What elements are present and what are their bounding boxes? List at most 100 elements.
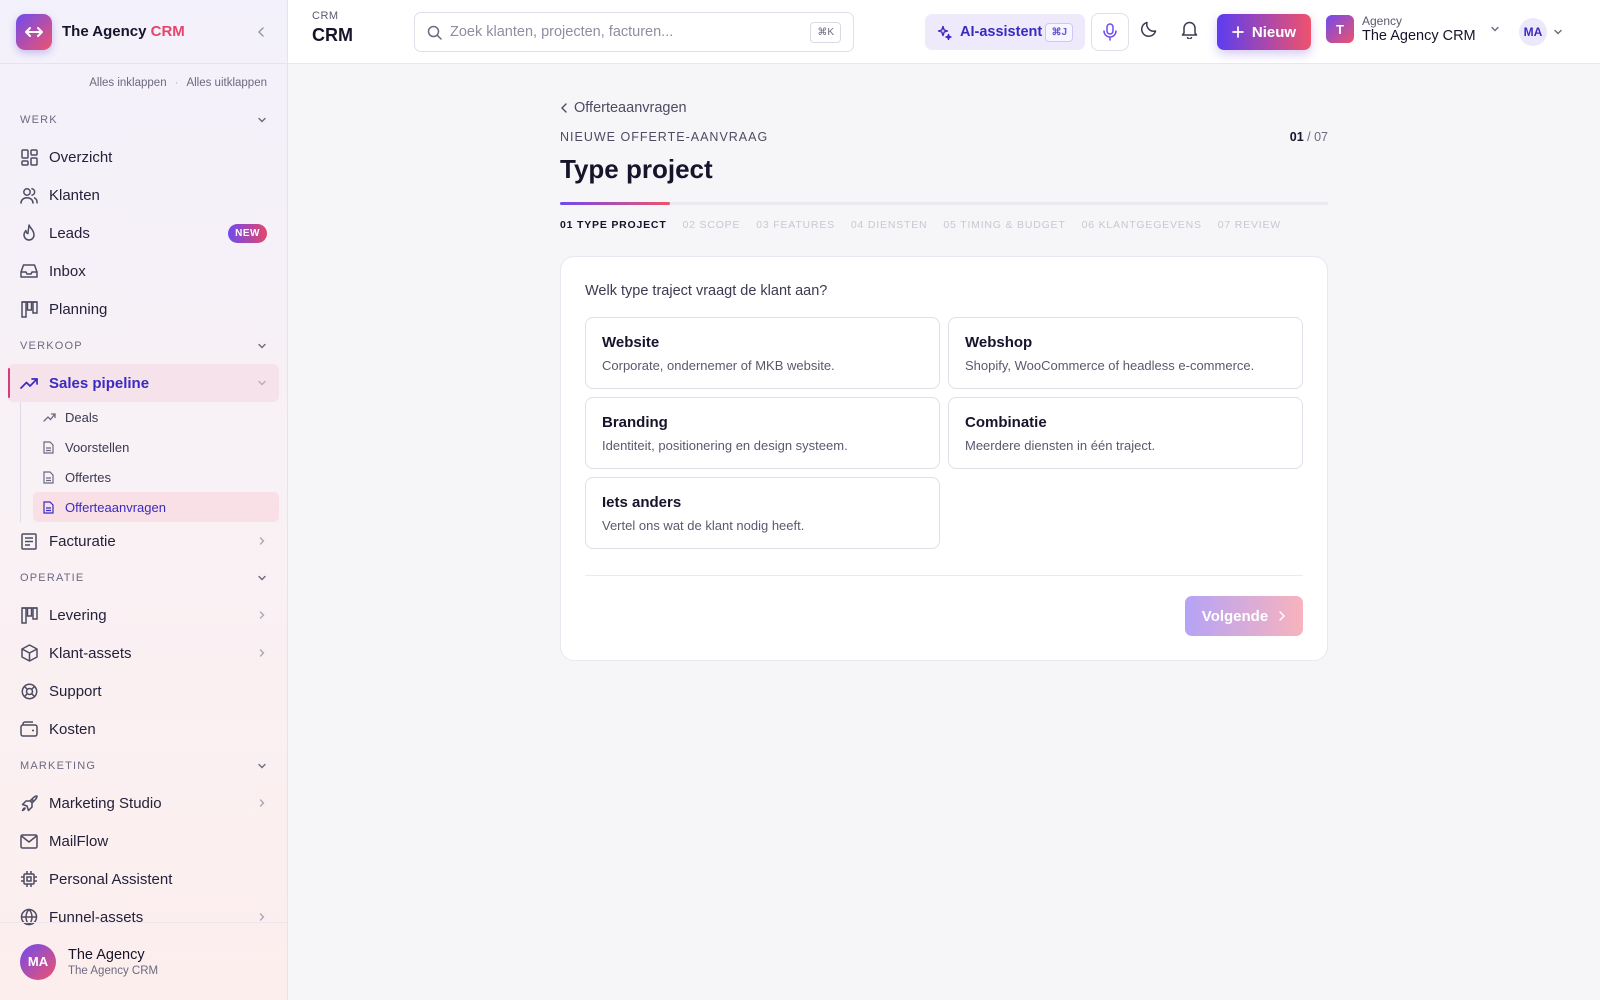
inbox-icon (20, 262, 38, 280)
step-label[interactable]: 03 FEATURES (756, 219, 835, 231)
section-werk[interactable]: WERK (0, 102, 287, 138)
voice-input-button[interactable] (1091, 13, 1129, 51)
chevron-down-icon (258, 117, 266, 123)
moon-icon (1141, 21, 1157, 37)
user-menu-chevron-icon[interactable] (1553, 24, 1563, 42)
expand-all-link[interactable]: Alles uitklappen (186, 77, 267, 89)
document-icon (43, 500, 57, 514)
subnav-label: Offerteaanvragen (65, 499, 166, 515)
nav-leads[interactable]: Leads NEW (0, 214, 287, 252)
kanban-icon (20, 606, 38, 624)
option-description: Corporate, ondernemer of MKB website. (602, 358, 835, 373)
subnav-label: Voorstellen (65, 439, 130, 455)
collapse-all-link[interactable]: Alles inklappen (89, 77, 166, 89)
new-badge: NEW (228, 223, 267, 243)
sparkle-icon (937, 25, 952, 40)
dark-mode-toggle[interactable] (1140, 20, 1158, 43)
chevron-down-icon (258, 763, 266, 769)
flame-icon (20, 224, 38, 242)
avatar: MA (20, 943, 56, 980)
nav-label: Personal Assistent (49, 870, 173, 888)
subnav-offerteaanvragen[interactable]: Offerteaanvragen (33, 492, 279, 522)
nav-kosten[interactable]: Kosten (0, 710, 287, 748)
topbar: CRM CRM ⌘K AI-assistent ⌘J Nieuw T Agenc… (288, 0, 1600, 64)
breadcrumb: CRM CRM (312, 10, 353, 46)
wallet-icon (20, 720, 38, 738)
nav-facturatie[interactable]: Facturatie (0, 522, 287, 560)
nav-klanten[interactable]: Klanten (0, 176, 287, 214)
step-label[interactable]: 02 SCOPE (683, 219, 741, 231)
nav-label: MailFlow (49, 832, 109, 850)
nav-label: Levering (49, 606, 107, 624)
grid-icon (20, 148, 38, 166)
chevron-down-icon (1490, 26, 1499, 32)
sidebar: The Agency CRM Alles inklappen · Alles u… (0, 0, 288, 1000)
ai-shortcut: ⌘J (1045, 22, 1073, 42)
ai-assistant-button[interactable]: AI-assistent ⌘J (925, 14, 1085, 50)
collapse-sidebar-icon[interactable] (251, 26, 271, 37)
separator: · (174, 77, 179, 89)
bell-icon (1181, 21, 1198, 40)
section-verkoop[interactable]: VERKOOP (0, 328, 287, 364)
nav-label: Inbox (49, 262, 86, 280)
divider (585, 575, 1303, 576)
document-icon (43, 440, 57, 454)
chevron-right-icon (257, 645, 267, 662)
receipt-icon (20, 532, 38, 550)
chevron-down-icon (257, 375, 267, 392)
section-label: OPERATIE (20, 572, 85, 584)
step-counter: 01 / 07 (1290, 130, 1328, 144)
step-label-current[interactable]: 01 TYPE PROJECT (560, 219, 667, 231)
section-operatie[interactable]: OPERATIE (0, 560, 287, 596)
step-label[interactable]: 04 DIENSTEN (851, 219, 928, 231)
account-name: The Agency (68, 946, 145, 963)
nav-label: Kosten (49, 720, 96, 738)
chevron-down-icon (258, 343, 266, 349)
nav-klant-assets[interactable]: Klant-assets (0, 634, 287, 672)
notifications-button[interactable] (1181, 20, 1198, 44)
option-combinatie[interactable]: Combinatie Meerdere diensten in één traj… (948, 397, 1303, 469)
organization-switcher[interactable]: T Agency The Agency CRM (1326, 14, 1500, 44)
step-label[interactable]: 07 REVIEW (1218, 219, 1281, 231)
nav-inbox[interactable]: Inbox (0, 252, 287, 290)
sidebar-footer-account[interactable]: MA The Agency The Agency CRM (0, 922, 287, 1000)
chevron-right-icon (257, 607, 267, 624)
nav-marketing-studio[interactable]: Marketing Studio (0, 784, 287, 822)
kanban-icon (20, 300, 38, 318)
nav-overzicht[interactable]: Overzicht (0, 138, 287, 176)
chevron-right-icon (257, 795, 267, 812)
subnav-offertes[interactable]: Offertes (33, 462, 279, 492)
question-text: Welk type traject vraagt de klant aan? (585, 283, 828, 299)
global-search[interactable]: ⌘K (414, 12, 854, 52)
section-marketing[interactable]: MARKETING (0, 748, 287, 784)
option-branding[interactable]: Branding Identiteit, positionering en de… (585, 397, 940, 469)
option-title: Branding (602, 414, 668, 431)
section-label: MARKETING (20, 760, 97, 772)
section-label: VERKOOP (20, 340, 83, 352)
step-label[interactable]: 05 TIMING & BUDGET (943, 219, 1065, 231)
search-input[interactable] (450, 24, 811, 40)
nav-sales-pipeline[interactable]: Sales pipeline (8, 364, 279, 402)
nav-planning[interactable]: Planning (0, 290, 287, 328)
nav-personal-assistent[interactable]: Personal Assistent (0, 860, 287, 898)
sidebar-actions: Alles inklappen · Alles uitklappen (0, 64, 287, 102)
chevron-down-icon (258, 575, 266, 581)
nav-support[interactable]: Support (0, 672, 287, 710)
step-label[interactable]: 06 KLANTGEGEVENS (1082, 219, 1202, 231)
option-webshop[interactable]: Webshop Shopify, WooCommerce of headless… (948, 317, 1303, 389)
option-website[interactable]: Website Corporate, ondernemer of MKB web… (585, 317, 940, 389)
user-avatar[interactable]: MA (1519, 18, 1547, 46)
new-button[interactable]: Nieuw (1217, 14, 1311, 50)
nav-levering[interactable]: Levering (0, 596, 287, 634)
next-button[interactable]: Volgende (1185, 596, 1303, 636)
nav-mailflow[interactable]: MailFlow (0, 822, 287, 860)
wizard-progress-bar (560, 202, 1328, 205)
subnav-deals[interactable]: Deals (33, 402, 279, 432)
option-description: Meerdere diensten in één traject. (965, 438, 1156, 453)
brand-logo[interactable] (16, 13, 52, 50)
section-label: WERK (20, 114, 58, 126)
option-iets-anders[interactable]: Iets anders Vertel ons wat de klant nodi… (585, 477, 940, 549)
back-link[interactable]: Offerteaanvragen (560, 96, 1328, 120)
document-icon (43, 470, 57, 484)
subnav-voorstellen[interactable]: Voorstellen (33, 432, 279, 462)
